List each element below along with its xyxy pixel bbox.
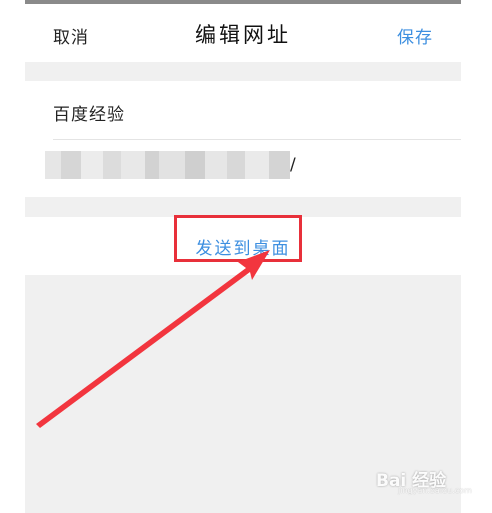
baidu-watermark: Bai 经验 jingyan.baidu.com (376, 464, 472, 498)
navigation-bar: 取消 编辑网址 保存 (25, 4, 461, 62)
save-button[interactable]: 保存 (397, 23, 433, 48)
field-divider (53, 139, 461, 140)
watermark-url: jingyan.baidu.com (398, 486, 472, 495)
bookmark-url-field[interactable]: / (45, 151, 301, 179)
page-title: 编辑网址 (195, 23, 291, 47)
phone-frame: 取消 编辑网址 保存 百度经验 / 发送到桌面 Bai 经验 jingyan.b… (0, 0, 492, 513)
bookmark-form: 百度经验 / (25, 81, 461, 197)
url-visible-tail: / (290, 155, 296, 175)
annotation-highlight-box (174, 215, 302, 262)
url-blurred-text (45, 151, 290, 179)
bookmark-title-field[interactable]: 百度经验 (53, 100, 125, 125)
